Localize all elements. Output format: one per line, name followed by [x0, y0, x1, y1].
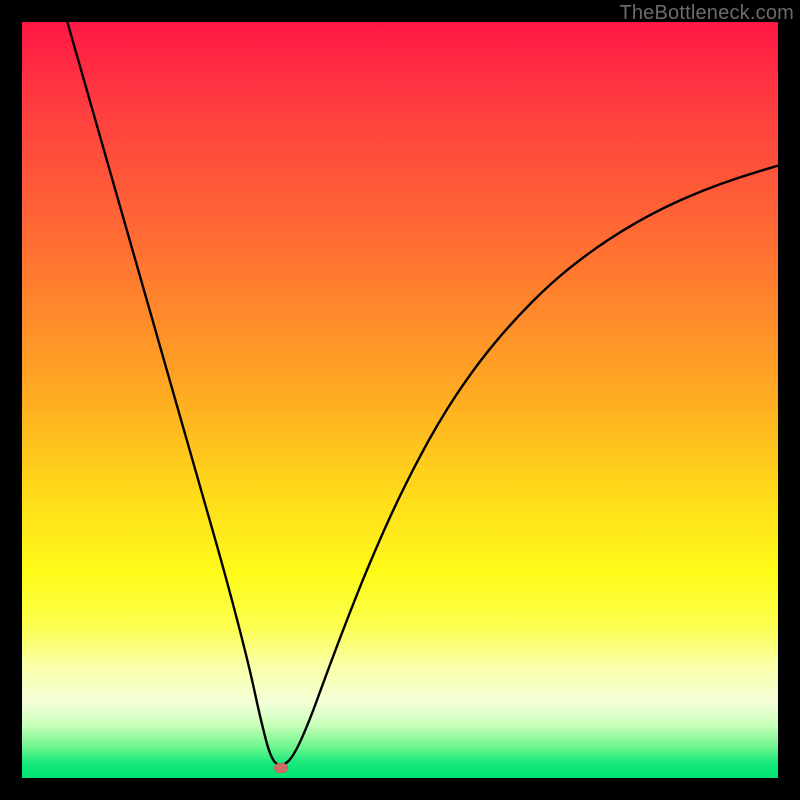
watermark-text: TheBottleneck.com	[619, 2, 794, 25]
chart-frame: TheBottleneck.com	[0, 0, 800, 800]
curve-path	[67, 22, 778, 765]
chart-plot-area	[22, 22, 778, 778]
bottleneck-curve	[22, 22, 778, 778]
optimal-point-marker	[274, 763, 288, 773]
